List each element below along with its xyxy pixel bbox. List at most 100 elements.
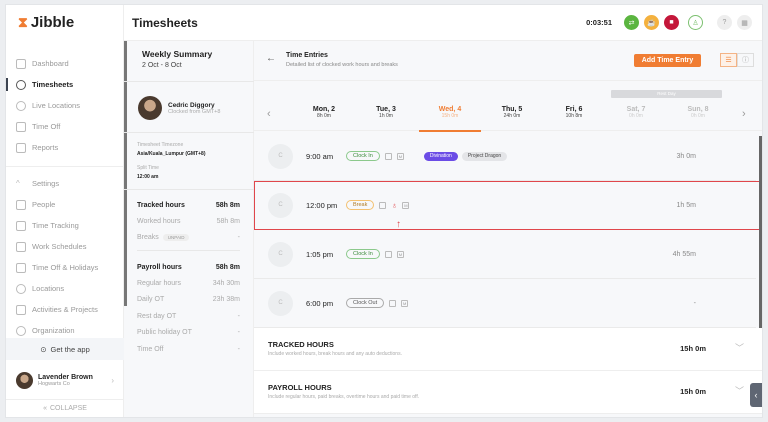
sidebar-item-time-off[interactable]: Time Off <box>6 116 124 137</box>
suitcase-icon <box>16 121 26 132</box>
entry-duration: - <box>693 299 696 307</box>
app-window: ⧗ Jibble Dashboard Timesheets Live Locati… <box>5 4 763 418</box>
timezone-value: Asia/Kuala_Lumpur (GMT+8) <box>137 151 206 157</box>
break-badge: Break <box>346 200 375 210</box>
sidebar-item-work-schedules[interactable]: Work Schedules <box>6 236 124 257</box>
entry-avatar: C <box>268 241 293 267</box>
manual-icon: M <box>396 250 404 258</box>
sidebar-item-time-off-holidays[interactable]: Time Off & Holidays <box>6 257 124 278</box>
chevron-up-icon: ^ <box>16 178 20 188</box>
entry-avatar: C <box>268 143 293 169</box>
tag-icon <box>16 304 26 315</box>
divider <box>137 250 240 251</box>
add-time-entry-button[interactable]: Add Time Entry <box>634 54 701 67</box>
payroll-hours-row: Payroll hours 58h 8m <box>137 264 240 271</box>
people-icon <box>16 199 26 210</box>
time-entry-row[interactable]: C 9:00 am Clock In M Divination Project … <box>254 132 756 181</box>
day-tab-sat[interactable]: Sat, 7 0h 0m <box>605 106 667 119</box>
sidebar-item-dashboard[interactable]: Dashboard <box>6 53 124 74</box>
daily-ot-row: Daily OT 23h 38m <box>137 296 240 303</box>
regular-hours-row: Regular hours 34h 30m <box>137 280 240 287</box>
day-tab-wed[interactable]: Wed, 4 15h 0m <box>419 106 481 132</box>
get-app-button[interactable]: ⊙ Get the app <box>6 338 124 360</box>
clipboard-icon <box>16 142 26 153</box>
scrollbar[interactable] <box>759 136 762 331</box>
download-icon: ⊙ <box>40 344 47 354</box>
location-pin-icon <box>16 100 26 111</box>
split-time-value: 12:00 am <box>137 174 159 180</box>
summary-range: 2 Oct - 8 Oct <box>142 62 182 69</box>
next-week-icon[interactable]: › <box>742 108 746 120</box>
timezone-label: Timesheet Timezone <box>137 142 184 148</box>
manual-icon: M <box>401 299 409 307</box>
day-tab-thu[interactable]: Thu, 5 24h 0m <box>481 106 543 119</box>
chevron-down-icon[interactable]: ﹀ <box>735 341 744 354</box>
info-icon[interactable]: ⓘ <box>737 53 754 67</box>
manual-icon: M <box>402 201 410 209</box>
schedule-icon <box>16 241 26 252</box>
day-tab-sun[interactable]: Sun, 8 0h 0m <box>667 106 729 119</box>
back-arrow-icon[interactable]: ← <box>266 53 276 64</box>
sidebar-item-live-locations[interactable]: Live Locations <box>6 95 124 116</box>
breaks-row: Breaks UNPAID - <box>137 234 240 241</box>
switch-activity-button[interactable]: ⇄ <box>624 15 639 30</box>
time-entry-row-highlighted[interactable]: C 12:00 pm Break ♁ M 1h 5m <box>254 181 762 230</box>
tracked-hours-section[interactable]: TRACKED HOURS Include worked hours, brea… <box>254 328 762 371</box>
logo[interactable]: ⧗ Jibble <box>18 14 74 31</box>
avatar <box>16 371 33 389</box>
day-tab-tue[interactable]: Tue, 3 1h 0m <box>355 106 417 119</box>
double-chevron-left-icon: « <box>43 405 47 412</box>
sidebar-item-activities-projects[interactable]: Activities & Projects <box>6 299 124 320</box>
sidebar-item-settings[interactable]: ^ Settings <box>6 173 124 194</box>
user-status-button[interactable]: ♙ <box>688 15 703 30</box>
device-icon <box>389 299 397 307</box>
prev-week-icon[interactable]: ‹ <box>267 108 271 120</box>
divider <box>6 166 124 167</box>
sidebar-item-people[interactable]: People <box>6 194 124 215</box>
list-view-icon[interactable]: ☰ <box>720 53 737 67</box>
entry-avatar: C <box>268 290 293 316</box>
user-menu[interactable]: Lavender Brown Hogwarts Co › <box>6 363 124 397</box>
time-tracking-icon <box>16 220 26 231</box>
entry-time: 9:00 am <box>306 151 334 161</box>
day-tab-mon[interactable]: Mon, 2 8h 0m <box>293 106 355 119</box>
payroll-hours-section[interactable]: PAYROLL HOURS Include regular hours, pai… <box>254 371 762 414</box>
sidebar: ⧗ Jibble Dashboard Timesheets Live Locati… <box>6 5 124 417</box>
sidebar-item-timesheets[interactable]: Timesheets <box>6 74 124 95</box>
employee-avatar <box>138 96 162 120</box>
sidebar-item-time-tracking[interactable]: Time Tracking <box>6 215 124 236</box>
entry-duration: 3h 0m <box>676 152 696 160</box>
entry-duration: 1h 5m <box>676 201 696 209</box>
time-entry-row[interactable]: C 6:00 pm Clock Out M - <box>254 279 756 328</box>
suitcase-icon <box>16 262 26 273</box>
clock-in-badge: Clock In <box>346 249 380 259</box>
org-icon[interactable]: ▦ <box>737 15 752 30</box>
collapse-button[interactable]: «COLLAPSE <box>6 399 124 417</box>
gear-icon <box>16 325 26 336</box>
break-button[interactable]: ☕ <box>644 15 659 30</box>
stop-button[interactable]: ■ <box>664 15 679 30</box>
location-icon <box>16 283 26 294</box>
red-arrow-annotation: ↑ <box>396 219 401 230</box>
panel-toggle-button[interactable]: ‹ <box>750 383 762 407</box>
time-entry-row[interactable]: C 1:05 pm Clock In M 4h 55m <box>254 230 756 279</box>
worked-hours-row: Worked hours 58h 8m <box>137 218 240 225</box>
entry-time: 6:00 pm <box>306 298 334 308</box>
chevron-down-icon[interactable]: ﹀ <box>735 384 744 397</box>
sidebar-item-reports[interactable]: Reports <box>6 137 124 158</box>
activity-tag: Divination <box>423 151 458 161</box>
weekly-summary-panel: Weekly Summary 2 Oct - 8 Oct Cedric Digg… <box>124 41 254 417</box>
divider <box>124 132 254 133</box>
help-icon[interactable]: ? <box>717 15 732 30</box>
day-tab-fri[interactable]: Fri, 6 10h 8m <box>543 106 605 119</box>
sidebar-item-locations[interactable]: Locations <box>6 278 124 299</box>
time-off-row: Time Off - <box>137 346 240 353</box>
clock-icon <box>16 79 26 90</box>
clock-out-badge: Clock Out <box>346 298 385 308</box>
summary-title: Weekly Summary <box>142 49 213 59</box>
entry-time: 12:00 pm <box>306 200 338 210</box>
break-cup-icon[interactable]: ♁ <box>391 201 397 210</box>
divider <box>124 81 254 82</box>
entry-avatar: C <box>268 192 293 218</box>
page-title: Timesheets <box>132 15 198 30</box>
